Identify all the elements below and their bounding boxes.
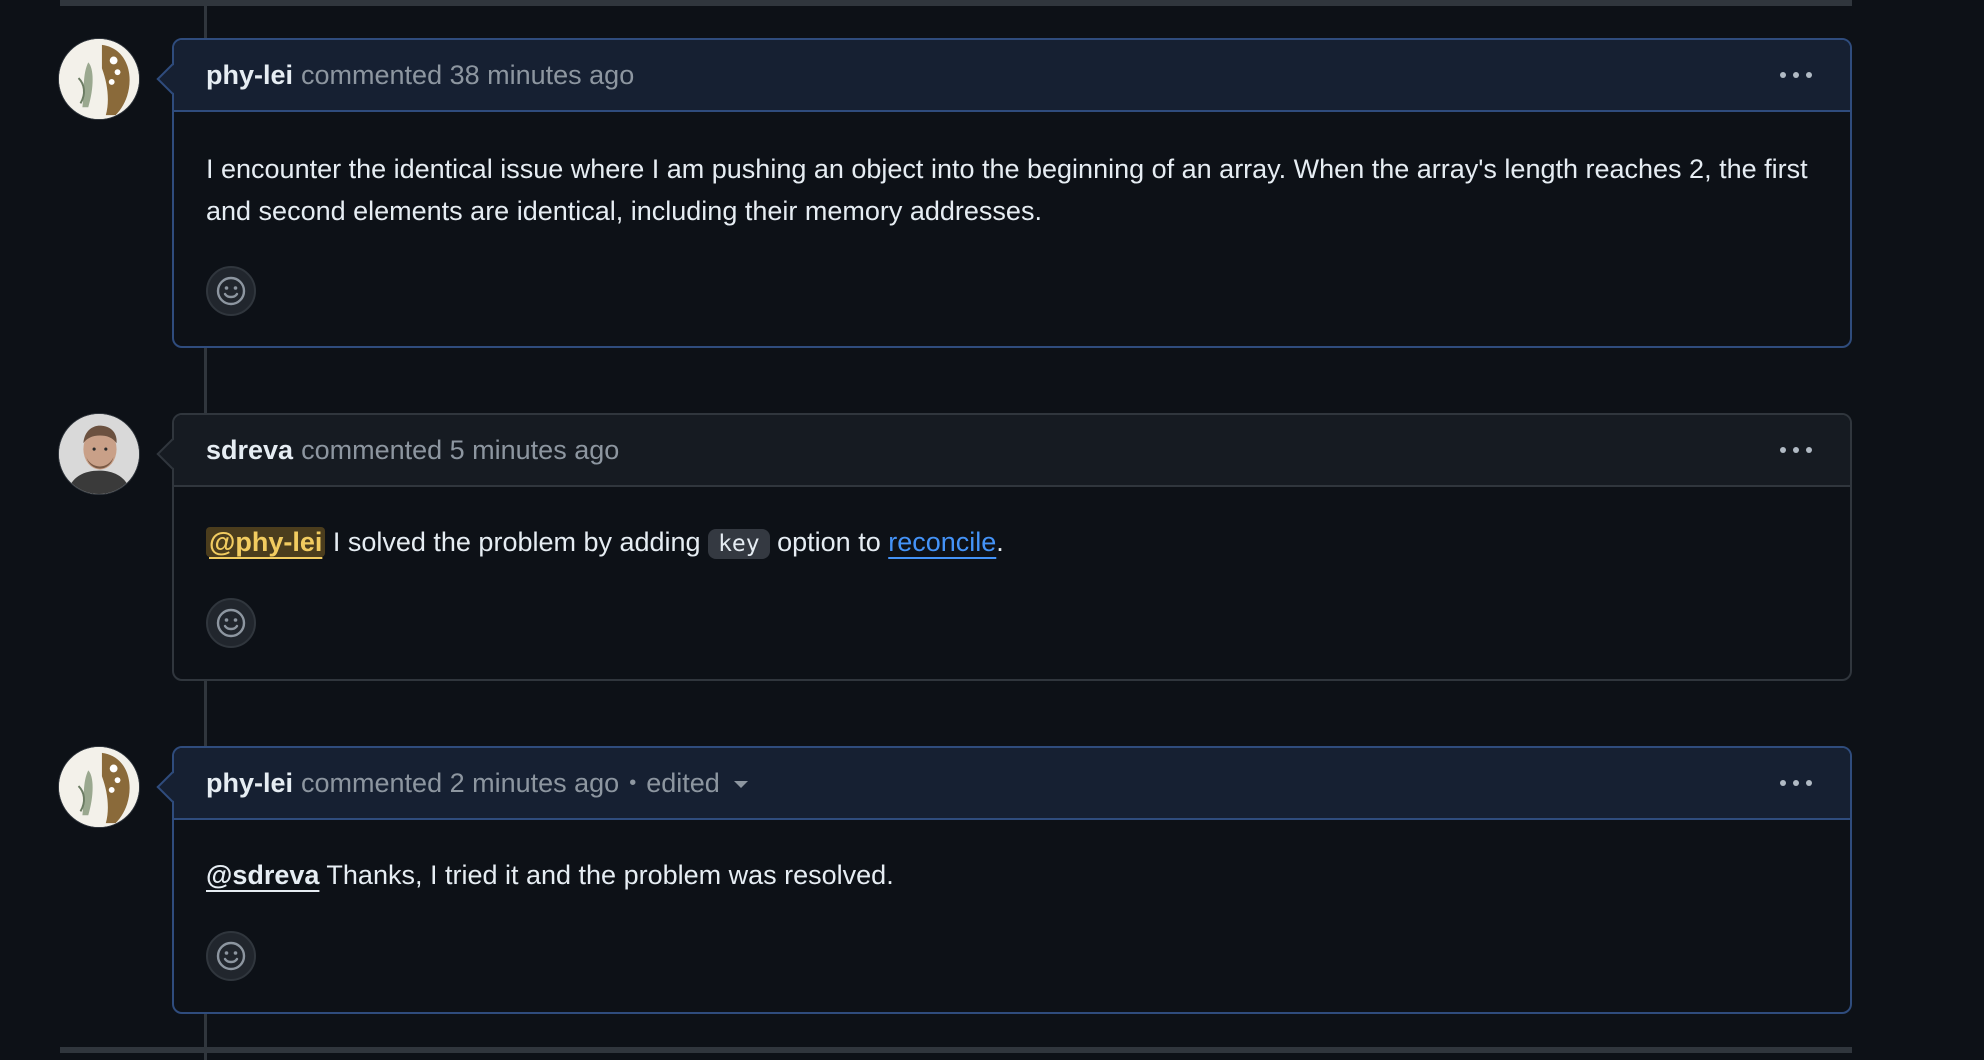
- user-mention[interactable]: @phy-lei: [206, 527, 326, 557]
- add-reaction-button[interactable]: [206, 931, 256, 981]
- comment-body: I encounter the identical issue where I …: [206, 154, 1808, 226]
- smiley-icon: [216, 276, 246, 306]
- meta-separator: •: [629, 771, 637, 794]
- timeline-top-divider: [60, 0, 1852, 6]
- comment-timestamp[interactable]: commented 5 minutes ago: [301, 435, 619, 466]
- comment-box: phy-lei commented 2 minutes ago • edited…: [172, 746, 1852, 1014]
- comment-body: @phy-lei I solved the problem by adding …: [174, 487, 1850, 565]
- kebab-horizontal-icon[interactable]: [1780, 772, 1812, 794]
- reconcile-link[interactable]: reconcile: [888, 527, 996, 557]
- edited-history-dropdown[interactable]: edited: [646, 768, 748, 799]
- comment-author[interactable]: sdreva: [206, 435, 293, 466]
- comment-timestamp[interactable]: commented 38 minutes ago: [301, 60, 634, 91]
- inline-code: key: [708, 529, 770, 559]
- edited-label: edited: [646, 767, 720, 798]
- add-reaction-button[interactable]: [206, 266, 256, 316]
- kebab-horizontal-icon[interactable]: [1780, 439, 1812, 461]
- avatar[interactable]: [58, 746, 140, 828]
- comment-header: phy-lei commented 2 minutes ago • edited: [174, 748, 1850, 820]
- comment-timestamp[interactable]: commented 2 minutes ago: [301, 768, 619, 799]
- triangle-down-icon: [733, 780, 748, 788]
- comment-text: Thanks, I tried it and the problem was r…: [319, 860, 894, 890]
- comment-author[interactable]: phy-lei: [206, 60, 293, 91]
- comment-text: I solved the problem by adding: [325, 527, 709, 557]
- comment-header: sdreva commented 5 minutes ago: [174, 415, 1850, 487]
- comment-box: phy-lei commented 38 minutes ago I encou…: [172, 38, 1852, 348]
- comment-author[interactable]: phy-lei: [206, 768, 293, 799]
- comment-text: .: [996, 527, 1004, 557]
- comment-text: option to: [769, 527, 889, 557]
- comment-header: phy-lei commented 38 minutes ago: [174, 40, 1850, 112]
- comment-box: sdreva commented 5 minutes ago @phy-lei …: [172, 413, 1852, 681]
- user-mention[interactable]: @sdreva: [206, 860, 319, 890]
- kebab-horizontal-icon[interactable]: [1780, 64, 1812, 86]
- avatar[interactable]: [58, 38, 140, 120]
- timeline-bottom-divider: [60, 1047, 1852, 1053]
- smiley-icon: [216, 941, 246, 971]
- add-reaction-button[interactable]: [206, 598, 256, 648]
- avatar[interactable]: [58, 413, 140, 495]
- comment-body: @sdreva Thanks, I tried it and the probl…: [174, 820, 1850, 896]
- smiley-icon: [216, 608, 246, 638]
